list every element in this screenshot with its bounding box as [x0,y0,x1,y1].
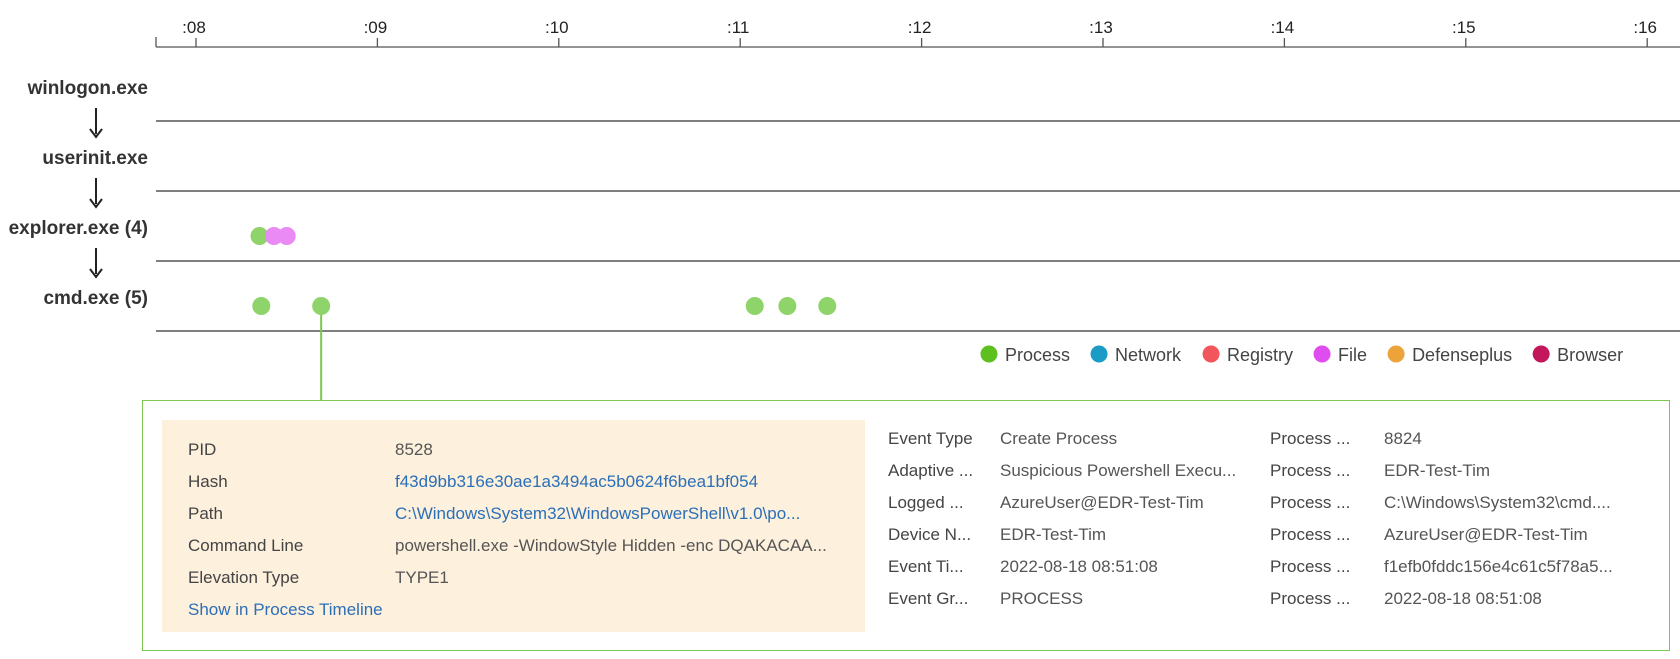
defenseplus-legend-swatch [1387,345,1405,363]
process-timeline-chart: :08 :09 :10 :11 :12 :13 :14 :15 :16 winlogon.exe… [9,18,1680,400]
event-field-row: Event Gr... PROCESS [888,583,1256,615]
time-axis: :08 :09 :10 :11 :12 :13 :14 :15 :16 [155,18,1680,48]
process-field-key: Process ... [1270,557,1351,576]
process-event-marker[interactable] [818,297,837,315]
process-info-card: PID 8528 Hash f43d9bb316e30ae1a3494ac5b0… [162,420,865,632]
process-row-label[interactable]: cmd.exe (5) [43,288,148,309]
process-field-key: Process ... [1270,461,1351,480]
process-field-row: Process ... C:\Windows\System32\cmd.... [1270,487,1660,519]
registry-legend-label[interactable]: Registry [1227,345,1293,365]
elevation-type-row: Elevation Type TYPE1 [188,562,839,594]
process-legend-label[interactable]: Process [1005,345,1070,365]
process-event-marker[interactable] [252,297,271,315]
process-legend-swatch [980,345,998,363]
pid-row: PID 8528 [188,434,839,466]
event-field-key: Logged ... [888,493,964,512]
process-field-row: Process ... AzureUser@EDR-Test-Tim [1270,519,1660,551]
axis-tick-label: :08 [182,18,206,37]
process-field-row: Process ... EDR-Test-Tim [1270,455,1660,487]
event-field-row: Adaptive ... Suspicious Powershell Execu.… [888,455,1256,487]
process-field-link[interactable]: C:\Windows\System32\cmd.... [1384,493,1660,513]
file-event-marker[interactable] [277,227,296,245]
process-field-link[interactable]: f1efb0fddc156e4c61c5f78a5... [1384,557,1660,577]
file-legend-label[interactable]: File [1338,345,1367,365]
hash-row: Hash f43d9bb316e30ae1a3494ac5b0624f6bea1… [188,466,839,498]
process-field-row: Process ... f1efb0fddc156e4c61c5f78a5... [1270,551,1660,583]
event-field-value: Create Process [1000,429,1118,448]
process-event-marker[interactable] [745,297,764,315]
event-markers [250,227,837,400]
hash-label: Hash [188,472,228,491]
event-field-row: Event Ti... 2022-08-18 08:51:08 [888,551,1256,583]
path-label: Path [188,504,223,523]
axis-tick-label: :12 [908,18,932,37]
process-row-label[interactable]: userinit.exe [42,148,148,169]
axis-tick-label: :11 [727,18,749,37]
network-legend-label[interactable]: Network [1115,345,1182,365]
process-info-column: Process ... 8824 Process ... EDR-Test-Tim Pr… [1270,423,1660,615]
axis-tick-label: :10 [545,18,569,37]
network-legend-swatch [1090,345,1108,363]
defenseplus-legend-label[interactable]: Defenseplus [1412,345,1512,365]
elevation-type-value: TYPE1 [395,568,449,587]
process-field-value: 2022-08-18 08:51:08 [1384,589,1542,608]
pid-label: PID [188,440,217,459]
command-line-label: Command Line [188,536,304,555]
file-legend-swatch [1313,345,1331,363]
registry-legend-swatch [1202,345,1220,363]
process-field-value: AzureUser@EDR-Test-Tim [1384,525,1588,544]
event-field-row: Device N... EDR-Test-Tim [888,519,1256,551]
event-field-key: Event Gr... [888,589,969,608]
process-field-key: Process ... [1270,589,1351,608]
process-field-key: Process ... [1270,429,1351,448]
command-line-value: powershell.exe -WindowStyle Hidden -enc … [395,536,827,555]
event-field-value: Suspicious Powershell Execu... [1000,461,1237,480]
show-in-process-timeline-link[interactable]: Show in Process Timeline [188,594,839,626]
hash-link[interactable]: f43d9bb316e30ae1a3494ac5b0624f6bea1bf054 [395,472,839,492]
legend: Process Network Registry File Defenseplus Bro… [980,345,1623,365]
selected-event-marker[interactable] [312,297,331,315]
event-field-row: Logged ... AzureUser@EDR-Test-Tim [888,487,1256,519]
axis-tick-label: :09 [364,18,388,37]
browser-legend-swatch [1532,345,1550,363]
process-row-label[interactable]: winlogon.exe [27,78,148,99]
process-field-value: EDR-Test-Tim [1384,461,1491,480]
event-field-value: AzureUser@EDR-Test-Tim [1000,493,1204,512]
event-field-key: Adaptive ... [888,461,974,480]
axis-tick-label: :15 [1452,18,1476,37]
axis-tick-label: :16 [1633,18,1657,37]
path-row: Path C:\Windows\System32\WindowsPowerShe… [188,498,839,530]
event-field-link[interactable]: EDR-Test-Tim [1000,525,1256,545]
process-field-row: Process ... 2022-08-18 08:51:08 [1270,583,1660,615]
axis-tick-label: :14 [1271,18,1295,37]
pid-value: 8528 [395,440,433,459]
process-field-key: Process ... [1270,525,1351,544]
event-field-value: PROCESS [1000,589,1084,608]
process-event-marker[interactable] [778,297,797,315]
event-field-row: Event Type Create Process [888,423,1256,455]
event-field-key: Device N... [888,525,972,544]
event-field-value: 2022-08-18 08:51:08 [1000,557,1158,576]
path-link[interactable]: C:\Windows\System32\WindowsPowerShell\v1… [395,504,839,524]
process-rows: winlogon.exe userinit.exe explorer.exe (4)… [9,78,1680,332]
event-info-column: Event Type Create Process Adaptive ... Susp… [888,423,1256,615]
process-field-row: Process ... 8824 [1270,423,1660,455]
axis-tick-label: :13 [1089,18,1113,37]
process-field-value: 8824 [1384,429,1422,448]
process-row-label[interactable]: explorer.exe (4) [9,218,148,239]
event-detail-panel: PID 8528 Hash f43d9bb316e30ae1a3494ac5b0… [142,400,1670,651]
browser-legend-label[interactable]: Browser [1557,345,1623,365]
command-line-row: Command Line powershell.exe -WindowStyle… [188,530,839,562]
elevation-type-label: Elevation Type [188,568,300,587]
event-field-key: Event Ti... [888,557,964,576]
process-field-key: Process ... [1270,493,1351,512]
event-field-key: Event Type [888,429,973,448]
